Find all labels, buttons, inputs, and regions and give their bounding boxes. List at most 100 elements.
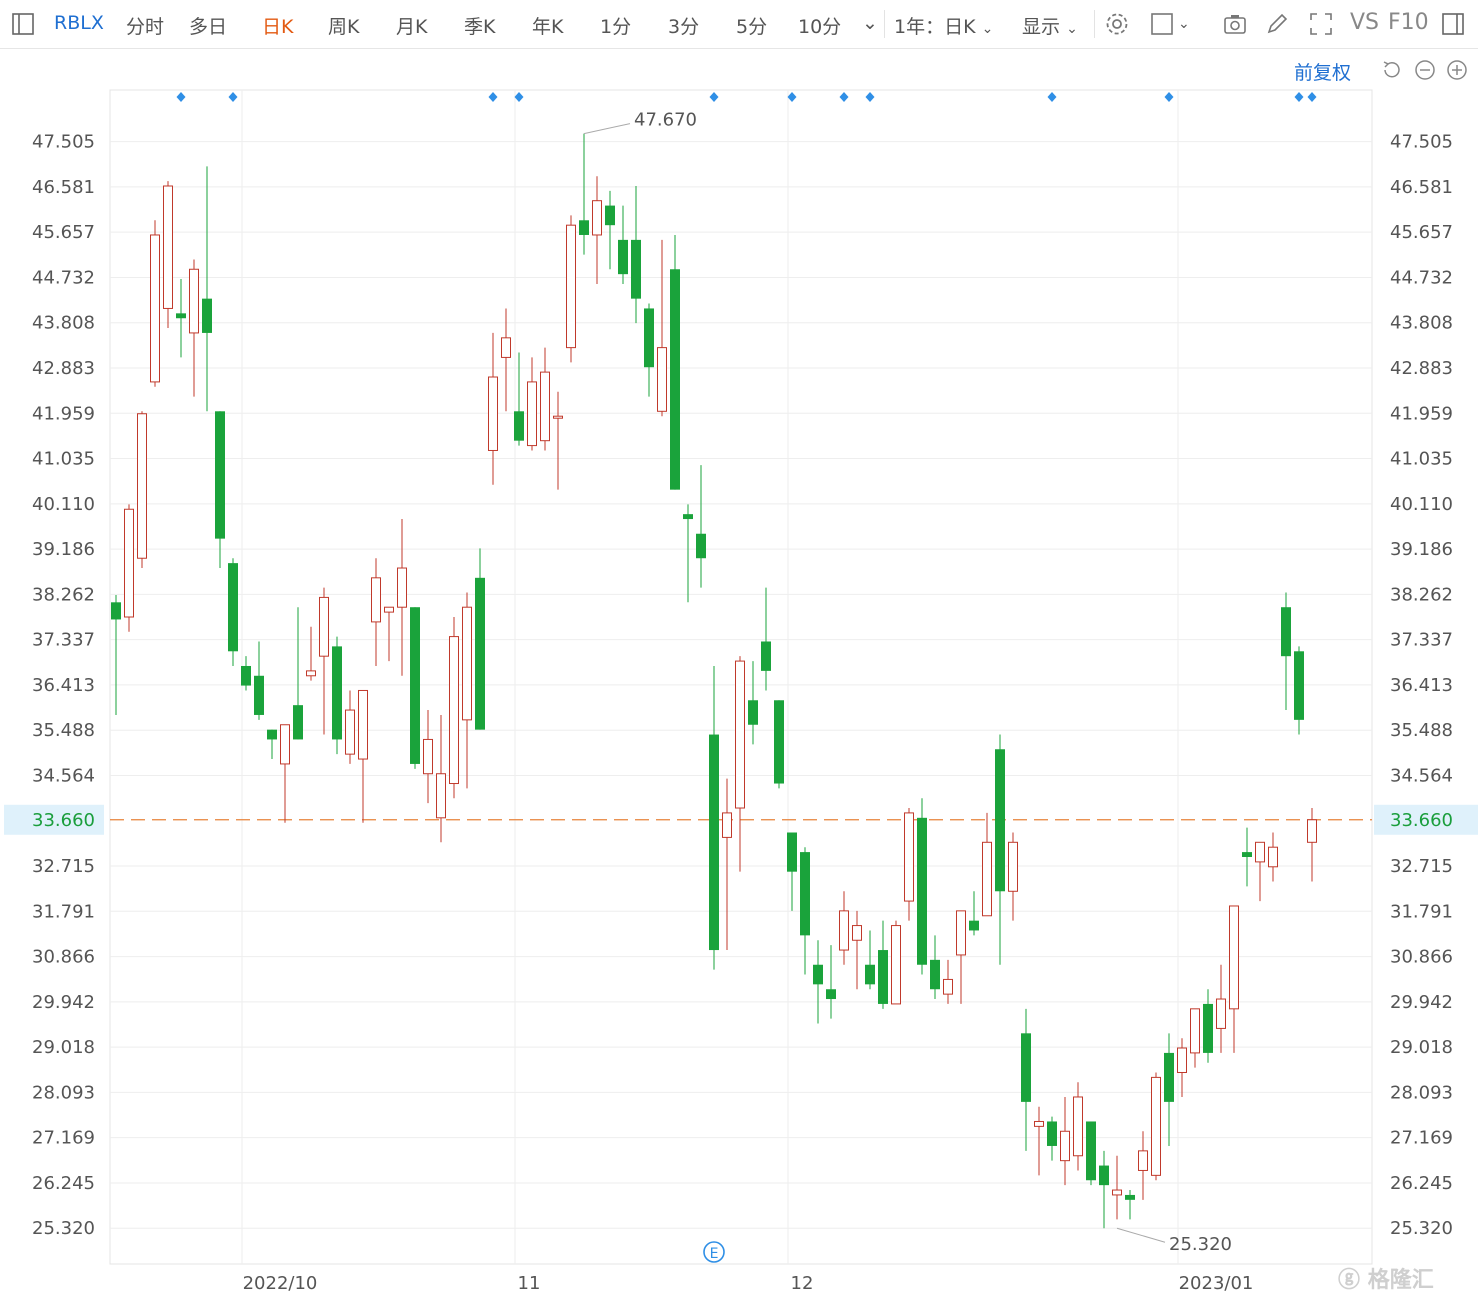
- tab-5分[interactable]: 5分: [736, 12, 767, 39]
- vs-button[interactable]: VS: [1350, 10, 1379, 35]
- event-marker-diamond: [1164, 92, 1174, 102]
- candle-body: [917, 817, 927, 965]
- candle-body: [865, 964, 875, 985]
- f10-button[interactable]: F10: [1388, 10, 1429, 35]
- candle-body: [1307, 819, 1317, 843]
- candle-body: [137, 413, 147, 559]
- y-tick-label: 33.660: [32, 810, 95, 831]
- candle-body: [176, 313, 186, 319]
- event-marker-diamond: [787, 92, 797, 102]
- event-marker-diamond: [839, 92, 849, 102]
- y-tick-label: 46.581: [1390, 177, 1453, 198]
- tab-3分[interactable]: 3分: [668, 12, 699, 39]
- y-tick-label: 26.245: [32, 1173, 95, 1194]
- sidebar-toggle-icon[interactable]: [10, 11, 36, 37]
- low-annotation-line: [1116, 1227, 1166, 1243]
- chart-style-icon[interactable]: [1150, 11, 1176, 37]
- candle-body: [1112, 1189, 1122, 1196]
- y-tick-label: 43.808: [1390, 313, 1453, 334]
- tab-分时[interactable]: 分时: [126, 12, 164, 39]
- x-tick-label: 11: [518, 1273, 541, 1294]
- symbol-label[interactable]: RBLX: [54, 12, 104, 34]
- candle-body: [488, 376, 498, 451]
- candle-body: [1190, 1008, 1200, 1054]
- candle-body: [722, 812, 732, 838]
- display-select-label: 显示: [1022, 16, 1061, 38]
- candle-body: [189, 268, 199, 334]
- candle-body: [1086, 1121, 1096, 1181]
- y-tick-label: 29.018: [32, 1037, 95, 1058]
- event-marker-diamond: [1047, 92, 1057, 102]
- candle-body: [124, 508, 134, 618]
- x-tick-label: 2022/10: [243, 1273, 318, 1294]
- tab-年K[interactable]: 年K: [532, 12, 563, 39]
- chart-style-dropdown[interactable]: ⌄: [1178, 16, 1190, 32]
- range-select[interactable]: 1年：日K ⌄: [894, 12, 993, 39]
- candle-body: [371, 577, 381, 623]
- y-tick-label: 30.866: [1390, 947, 1453, 968]
- candle-body: [735, 660, 745, 809]
- y-tick-label: 27.169: [1390, 1128, 1453, 1149]
- y-tick-label: 29.942: [32, 992, 95, 1013]
- y-tick-label: 39.186: [1390, 539, 1453, 560]
- y-tick-label: 29.018: [1390, 1037, 1453, 1058]
- candle-body: [449, 636, 459, 785]
- watermark-icon: ⓖ: [1338, 1268, 1361, 1293]
- candlestick-chart[interactable]: 47.505 46.581 45.657 44.732 43.808 42.883 41.9…: [0, 50, 1478, 1306]
- candle-body: [631, 239, 641, 299]
- y-tick-label: 44.732: [1390, 267, 1453, 288]
- candle-body: [618, 239, 628, 275]
- candle-body: [319, 596, 329, 657]
- candle-body: [969, 920, 979, 931]
- y-tick-label: 39.186: [32, 539, 95, 560]
- settings-gear-icon[interactable]: [1104, 11, 1130, 37]
- range-select-label: 1年：日K: [894, 16, 976, 38]
- candle-body: [1138, 1150, 1148, 1171]
- chart-toolbar: RBLX 分时 多日 日K 周K 月K 季K 年K 1分 3分 5分 10分 ⌄ 1年：日K ⌄ 显…: [0, 0, 1478, 49]
- y-tick-label: 37.337: [1390, 630, 1453, 651]
- camera-icon[interactable]: [1222, 11, 1248, 37]
- display-select[interactable]: 显示 ⌄: [1022, 12, 1078, 39]
- y-tick-label: 27.169: [32, 1128, 95, 1149]
- panel-toggle-icon[interactable]: [1440, 11, 1466, 37]
- candle-body: [1073, 1096, 1083, 1157]
- candle-body: [774, 700, 784, 784]
- candle-body: [1268, 846, 1278, 868]
- y-tick-label: 31.791: [32, 901, 95, 922]
- y-tick-label: 46.581: [32, 177, 95, 198]
- tab-多日[interactable]: 多日: [189, 12, 227, 39]
- earnings-marker-label: E: [710, 1246, 719, 1262]
- candle-body: [826, 989, 836, 1000]
- candle-body: [800, 852, 810, 936]
- y-tick-label: 35.488: [1390, 720, 1453, 741]
- y-axis-left: 47.505 46.581 45.657 44.732 43.808 42.883 41.9…: [4, 132, 104, 1239]
- candle-body: [995, 749, 1005, 892]
- candle-body: [553, 415, 563, 419]
- candle-body: [956, 910, 966, 956]
- candle-body: [228, 563, 238, 652]
- event-marker-diamond: [709, 92, 719, 102]
- candle-body: [1047, 1121, 1057, 1146]
- y-tick-label: 42.883: [1390, 358, 1453, 379]
- y-tick-label: 28.093: [32, 1082, 95, 1103]
- y-tick-label: 36.413: [1390, 675, 1453, 696]
- tab-1分[interactable]: 1分: [600, 12, 631, 39]
- tab-10分[interactable]: 10分: [798, 12, 841, 39]
- candle-body: [696, 533, 706, 559]
- fullscreen-icon[interactable]: [1308, 11, 1334, 37]
- tab-日K[interactable]: 日K: [262, 12, 293, 39]
- candle-body: [1255, 841, 1265, 863]
- y-tick-label: 41.959: [32, 403, 95, 424]
- tab-月K[interactable]: 月K: [396, 12, 427, 39]
- pencil-icon[interactable]: [1264, 11, 1290, 37]
- y-tick-label: 29.942: [1390, 992, 1453, 1013]
- low-annotation-label: 25.320: [1169, 1234, 1232, 1255]
- candle-body: [462, 606, 472, 721]
- y-tick-label: 37.337: [32, 630, 95, 651]
- y-tick-label: 47.505: [1390, 132, 1453, 153]
- candle-body: [839, 910, 849, 951]
- tab-季K[interactable]: 季K: [464, 12, 495, 39]
- tab-周K[interactable]: 周K: [328, 12, 359, 39]
- tab-more-dropdown[interactable]: ⌄: [862, 12, 878, 34]
- candle-body: [397, 567, 407, 608]
